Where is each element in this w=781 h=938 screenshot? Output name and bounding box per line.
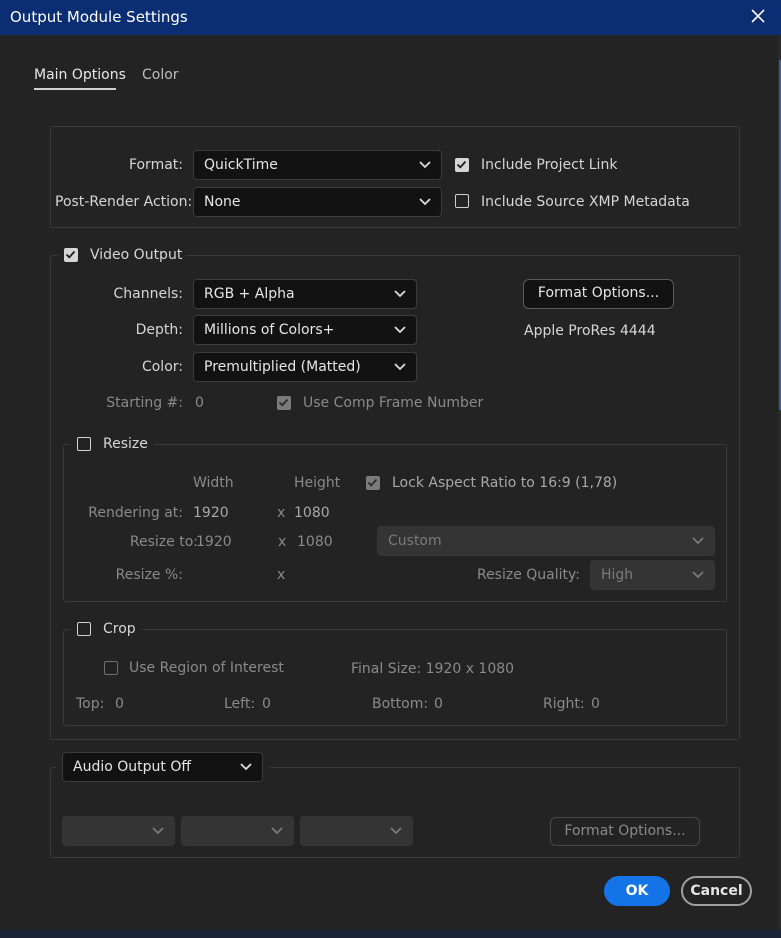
rendering-width-value: 1920: [193, 505, 229, 521]
crop-left-label: Left:: [224, 696, 256, 712]
include-project-link-checkbox[interactable]: [455, 158, 469, 172]
resize-checkbox[interactable]: [77, 437, 91, 451]
codec-text: Apple ProRes 4444: [524, 323, 656, 339]
post-render-value: None: [204, 194, 241, 210]
resize-to-x-separator: x: [278, 534, 287, 550]
cancel-button[interactable]: Cancel: [681, 876, 752, 906]
final-size-text: Final Size: 1920 x 1080: [351, 661, 515, 677]
rendering-at-label: Rendering at:: [88, 505, 183, 521]
use-comp-frame-label: Use Comp Frame Number: [303, 395, 484, 411]
chevron-down-icon: [692, 571, 704, 579]
format-label: Format:: [128, 157, 183, 173]
video-format-options-button[interactable]: Format Options...: [523, 279, 674, 309]
color-dropdown[interactable]: Premultiplied (Matted): [193, 352, 417, 382]
post-render-dropdown[interactable]: None: [193, 187, 442, 217]
audio-output-value: Audio Output Off: [73, 759, 191, 775]
use-roi-label: Use Region of Interest: [129, 660, 284, 676]
include-xmp-label: Include Source XMP Metadata: [481, 194, 690, 210]
resize-preset-dropdown[interactable]: Custom: [377, 526, 715, 556]
chevron-down-icon: [390, 827, 402, 835]
chevron-down-icon: [240, 763, 252, 771]
resize-to-width-value: 1920: [196, 534, 232, 550]
color-value: Premultiplied (Matted): [204, 359, 361, 375]
chevron-down-icon: [419, 198, 431, 206]
crop-bottom-value: 0: [434, 696, 443, 712]
active-tab-indicator: [34, 88, 116, 90]
lock-aspect-checkbox[interactable]: [366, 476, 380, 490]
crop-checkbox[interactable]: [77, 622, 91, 636]
chevron-down-icon: [271, 827, 283, 835]
chevron-down-icon: [419, 161, 431, 169]
starting-value: 0: [195, 395, 204, 411]
tab-color[interactable]: Color: [142, 67, 179, 83]
checkmark-icon: [367, 478, 378, 487]
chevron-down-icon: [394, 326, 406, 334]
checkmark-icon: [278, 398, 289, 407]
width-header: Width: [193, 475, 234, 491]
resize-to-height-value: 1080: [297, 534, 333, 550]
channels-dropdown[interactable]: RGB + Alpha: [193, 279, 417, 309]
crop-left-value: 0: [262, 696, 271, 712]
resize-label: Resize: [103, 436, 148, 452]
video-output-checkbox[interactable]: [64, 248, 78, 262]
audio-format-options-button[interactable]: Format Options...: [550, 817, 700, 846]
window-bottom-edge: [0, 930, 781, 938]
audio-sample-rate-dropdown[interactable]: [62, 816, 175, 846]
checkmark-icon: [456, 160, 467, 169]
checkmark-icon: [65, 250, 76, 259]
include-project-link-label: Include Project Link: [481, 157, 618, 173]
color-label: Color:: [141, 359, 183, 375]
crop-top-value: 0: [115, 696, 124, 712]
window-title: Output Module Settings: [10, 8, 188, 26]
use-comp-frame-checkbox[interactable]: [277, 396, 291, 410]
crop-right-value: 0: [591, 696, 600, 712]
lock-aspect-label: Lock Aspect Ratio to 16:9 (1,78): [392, 475, 618, 491]
tab-main-options[interactable]: Main Options: [34, 67, 126, 83]
resize-percent-x-separator: x: [277, 567, 286, 583]
audio-output-dropdown[interactable]: Audio Output Off: [62, 752, 263, 782]
crop-top-label: Top:: [76, 696, 105, 712]
ok-button[interactable]: OK: [604, 876, 670, 906]
chevron-down-icon: [692, 537, 704, 545]
crop-right-label: Right:: [543, 696, 585, 712]
audio-sample-size-dropdown[interactable]: [181, 816, 294, 846]
channels-label: Channels:: [113, 286, 184, 302]
use-roi-checkbox[interactable]: [104, 661, 118, 675]
crop-bottom-label: Bottom:: [372, 696, 429, 712]
rendering-x-separator: x: [277, 505, 286, 521]
height-header: Height: [294, 475, 341, 491]
depth-dropdown[interactable]: Millions of Colors+: [193, 315, 417, 345]
audio-channels-dropdown[interactable]: [300, 816, 413, 846]
resize-quality-value: High: [601, 567, 634, 583]
rendering-height-value: 1080: [294, 505, 330, 521]
depth-value: Millions of Colors+: [204, 322, 335, 338]
resize-preset-value: Custom: [388, 533, 442, 549]
channels-value: RGB + Alpha: [204, 286, 295, 302]
resize-quality-label: Resize Quality:: [476, 567, 580, 583]
include-xmp-checkbox[interactable]: [455, 194, 469, 208]
crop-label: Crop: [103, 621, 136, 637]
post-render-label: Post-Render Action:: [55, 194, 193, 210]
resize-quality-dropdown[interactable]: High: [590, 560, 715, 590]
depth-label: Depth:: [135, 322, 183, 338]
chevron-down-icon: [394, 290, 406, 298]
starting-label: Starting #:: [106, 395, 183, 411]
video-output-label: Video Output: [90, 247, 183, 263]
close-icon[interactable]: [747, 5, 769, 27]
chevron-down-icon: [152, 827, 164, 835]
resize-to-label: Resize to:: [129, 534, 198, 550]
chevron-down-icon: [394, 363, 406, 371]
format-value: QuickTime: [204, 157, 278, 173]
format-dropdown[interactable]: QuickTime: [193, 150, 442, 180]
resize-percent-label: Resize %:: [115, 567, 183, 583]
